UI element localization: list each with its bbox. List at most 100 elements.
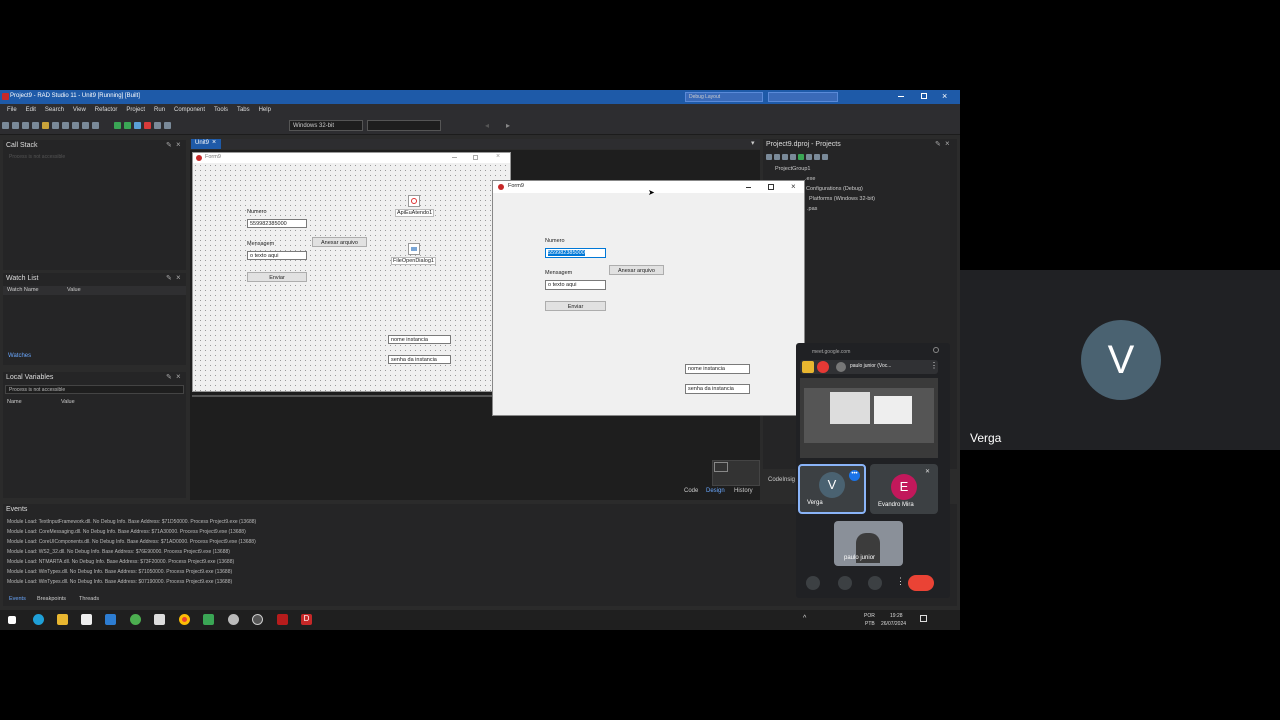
menu-edit[interactable]: Edit	[26, 107, 36, 113]
saveall-icon[interactable]	[32, 122, 39, 129]
run-nodebug-icon[interactable]	[123, 122, 131, 129]
units-icon[interactable]	[72, 122, 79, 129]
threads-tab[interactable]: Threads	[79, 596, 99, 602]
col-value[interactable]: Value	[61, 399, 75, 405]
clock-time[interactable]: 19:28	[890, 613, 903, 619]
tree-item[interactable]: ProjectGroup1	[775, 166, 810, 172]
senha-edit[interactable]: senha da instancia	[388, 355, 451, 364]
col-watch-value[interactable]: Value	[67, 287, 81, 293]
menu-help[interactable]: Help	[259, 107, 271, 113]
config-combo[interactable]	[367, 120, 441, 131]
tool-icon[interactable]	[782, 154, 788, 160]
save-icon[interactable]	[22, 122, 29, 129]
present-icon[interactable]	[802, 361, 814, 373]
nome-edit[interactable]: nome instancia	[685, 364, 750, 374]
tray-chevron-icon[interactable]: ^	[803, 615, 806, 622]
tool-icon[interactable]	[806, 154, 812, 160]
menu-tabs[interactable]: Tabs	[237, 107, 250, 113]
maximize-icon[interactable]	[921, 93, 927, 99]
refresh-icon[interactable]	[798, 154, 804, 160]
events-tab[interactable]: Events	[9, 596, 26, 602]
meet-close-icon[interactable]	[933, 347, 939, 353]
col-name[interactable]: Name	[7, 399, 22, 405]
close-panel-icon[interactable]: ×	[945, 139, 950, 148]
file-dialog-icon[interactable]	[408, 243, 420, 255]
forms-icon[interactable]	[82, 122, 89, 129]
participant-tile-evandro[interactable]: E ✕ Evandro Mira	[870, 464, 938, 514]
view-tab-code[interactable]: Code	[684, 488, 698, 494]
enviar-button[interactable]: Enviar	[545, 301, 606, 311]
close-icon[interactable]: ×	[942, 91, 947, 101]
store-icon[interactable]	[105, 614, 116, 625]
close-panel-icon[interactable]: ×	[176, 372, 181, 381]
more-options-icon[interactable]: ⋮	[930, 361, 938, 370]
menu-component[interactable]: Component	[174, 107, 205, 113]
minimize-icon[interactable]	[746, 187, 751, 188]
tool-icon[interactable]	[766, 154, 772, 160]
clock-date[interactable]: 26/07/2024	[881, 621, 906, 627]
notification-icon[interactable]	[920, 615, 927, 622]
run-icon[interactable]	[113, 122, 121, 129]
menu-run[interactable]: Run	[154, 107, 165, 113]
mensagem-edit[interactable]: o texto aqui	[247, 251, 307, 260]
watches-tab[interactable]: Watches	[8, 353, 31, 359]
menu-search[interactable]: Search	[45, 107, 64, 113]
participant-camera-tile[interactable]: paulo junior	[834, 521, 903, 566]
tree-item[interactable]: Platforms (Windows 32-bit)	[809, 196, 875, 202]
nome-edit[interactable]: nome instancia	[388, 335, 451, 344]
toggle-icon[interactable]	[92, 122, 99, 129]
tab-dropdown-icon[interactable]: ▾	[751, 139, 755, 147]
open-project-icon[interactable]	[42, 122, 49, 129]
anexar-button[interactable]: Anexar arquivo	[609, 265, 664, 275]
open-icon[interactable]	[12, 122, 19, 129]
menu-refactor[interactable]: Refactor	[95, 107, 118, 113]
raise-hand-icon[interactable]	[868, 576, 882, 590]
tab-unit9[interactable]: Unit9 ×	[191, 139, 221, 149]
participant-tile-verga[interactable]: V ••• Verga	[798, 464, 866, 514]
col-watch-name[interactable]: Watch Name	[7, 287, 39, 293]
close-icon[interactable]: ×	[791, 182, 796, 191]
stop-icon[interactable]	[143, 122, 151, 129]
maximize-icon[interactable]	[768, 184, 774, 190]
end-call-button[interactable]	[908, 575, 934, 591]
edge-icon[interactable]	[33, 614, 44, 625]
compile-icon[interactable]	[62, 122, 69, 129]
close-panel-icon[interactable]: ×	[176, 140, 181, 149]
mensagem-edit[interactable]: o texto aqui	[545, 280, 606, 290]
tree-item[interactable]: .pas	[807, 206, 817, 212]
camera-icon[interactable]	[838, 576, 852, 590]
pin-icon[interactable]: ✎	[935, 140, 941, 148]
close-panel-icon[interactable]: ×	[176, 273, 181, 282]
platform-combo[interactable]: Windows 32-bit	[289, 120, 363, 131]
back-icon[interactable]: ◂	[485, 121, 489, 130]
app-icon[interactable]	[252, 614, 263, 625]
chrome-icon[interactable]	[179, 614, 190, 625]
process-combo[interactable]: Process is not accessible	[5, 385, 184, 394]
app-icon[interactable]	[228, 614, 239, 625]
step-into-icon[interactable]	[163, 122, 171, 129]
build-icon[interactable]	[52, 122, 59, 129]
menu-tools[interactable]: Tools	[214, 107, 228, 113]
more-icon[interactable]: ⋮	[896, 576, 905, 587]
view-tab-history[interactable]: History	[734, 488, 753, 494]
tree-item[interactable]: Configurations (Debug)	[806, 186, 863, 192]
menu-project[interactable]: Project	[126, 107, 145, 113]
numero-edit[interactable]: 559982385000	[545, 248, 606, 258]
app-icon[interactable]	[81, 614, 92, 625]
numero-edit[interactable]: 559982385000	[247, 219, 307, 228]
api-component-icon[interactable]	[408, 195, 420, 207]
mensagem-label[interactable]: Mensagem	[247, 241, 274, 247]
record-icon[interactable]	[817, 361, 829, 373]
pin-icon[interactable]: ✎	[166, 274, 172, 282]
app-icon[interactable]	[154, 614, 165, 625]
rad-studio-icon[interactable]	[277, 614, 288, 625]
tool-icon[interactable]	[790, 154, 796, 160]
pin-icon[interactable]: ✎	[166, 141, 172, 149]
mic-icon[interactable]	[806, 576, 820, 590]
view-tab-design[interactable]: Design	[706, 488, 725, 494]
lang-indicator[interactable]: POR	[864, 613, 875, 619]
pause-icon[interactable]	[133, 122, 141, 129]
new-icon[interactable]	[2, 122, 9, 129]
forward-icon[interactable]: ▸	[506, 121, 510, 130]
anexar-button[interactable]: Anexar arquivo	[312, 237, 367, 247]
